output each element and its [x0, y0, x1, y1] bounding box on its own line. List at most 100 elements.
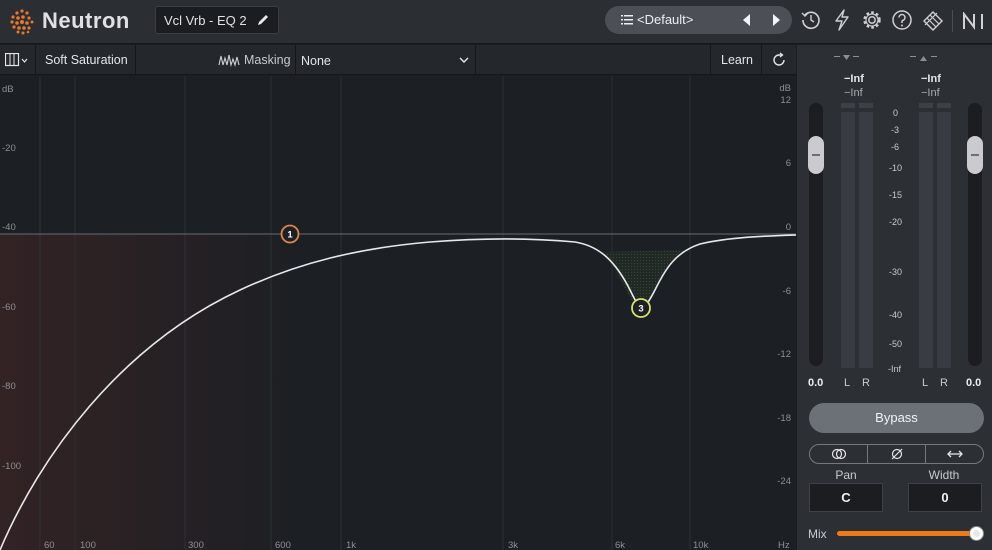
meter-scale-tick: 0	[893, 108, 898, 118]
meter-scale-tick: -15	[889, 190, 902, 200]
mix-label: Mix	[808, 527, 827, 541]
output-peak-readout: −Inf	[921, 73, 941, 85]
right-axis-tick: -12	[777, 349, 791, 360]
mono-button[interactable]	[810, 445, 868, 463]
io-panel: −Inf −Inf −Inf −Inf 0 -3 -6 -10 -15 -20 …	[797, 45, 992, 550]
left-axis-tick: -60	[2, 302, 16, 313]
input-meter-arrow-icon	[843, 55, 850, 60]
mix-slider-track[interactable]	[837, 527, 983, 540]
stereo-mode-group	[809, 444, 984, 464]
eq-graph[interactable]: dB -20 -40 -60 -80 -100 dB 12 6 0 -6 -12…	[0, 76, 796, 550]
masking-waveform-icon	[218, 54, 240, 67]
divider	[952, 10, 953, 32]
meter-scale-tick: -30	[889, 267, 902, 277]
band-1-node[interactable]: 1	[280, 224, 300, 244]
meter-scale-tick: -40	[889, 310, 902, 320]
phase-invert-icon	[891, 448, 902, 460]
output-meter-right	[937, 112, 951, 368]
learn-label: Learn	[721, 53, 753, 67]
module-toolbar: Soft Saturation Masking None Learn	[0, 45, 796, 75]
mix-slider-thumb[interactable]	[970, 527, 983, 540]
left-axis-tick: -80	[2, 381, 16, 392]
pan-value-field[interactable]: C	[809, 483, 883, 512]
help-icon[interactable]	[891, 9, 913, 31]
width-value-field[interactable]: 0	[908, 483, 982, 512]
freq-tick: Hz	[778, 540, 790, 550]
top-bar: Neutron Vcl Vrb - EQ 2 <Default>	[0, 0, 992, 44]
input-meter-left	[841, 112, 855, 368]
gear-icon[interactable]	[861, 9, 883, 31]
right-axis-tick: -6	[783, 286, 791, 297]
learn-button[interactable]: Learn	[710, 45, 762, 75]
meter-section: −Inf −Inf −Inf −Inf 0 -3 -6 -10 -15 -20 …	[808, 55, 983, 389]
meter-scale-tick: -10	[889, 163, 902, 173]
refresh-icon[interactable]	[771, 52, 787, 68]
right-axis-tick: -18	[777, 413, 791, 424]
output-gain-value[interactable]: 0.0	[966, 377, 981, 389]
meter-scale-tick: -Inf	[888, 364, 902, 374]
output-left-label: L	[922, 377, 928, 389]
left-axis-tick: -20	[2, 143, 16, 154]
band-3-node[interactable]: 3	[631, 298, 651, 318]
output-clip-left	[919, 103, 933, 108]
left-axis-unit: dB	[2, 84, 14, 95]
band-3-label: 3	[638, 304, 643, 315]
low-cut-region	[0, 234, 290, 550]
meter-scale-tick: -20	[889, 217, 902, 227]
input-clip-right	[859, 103, 873, 108]
swap-channels-button[interactable]	[926, 445, 983, 463]
next-preset-icon[interactable]	[770, 13, 782, 27]
phase-invert-button[interactable]	[868, 445, 926, 463]
neutron-logo-icon	[10, 9, 34, 35]
pan-label: Pan	[835, 468, 857, 482]
track-name-field[interactable]: Vcl Vrb - EQ 2	[155, 6, 279, 34]
meter-scale-tick: -50	[889, 339, 902, 349]
right-axis-tick: 6	[786, 158, 791, 169]
band-1-label: 1	[287, 230, 293, 241]
history-icon[interactable]	[800, 9, 822, 31]
izotope-relay-icon[interactable]	[921, 9, 945, 33]
mix-slider-fill	[837, 531, 983, 536]
stereo-link-icon	[831, 448, 846, 460]
freq-tick: 6k	[615, 540, 625, 550]
freq-tick: 300	[188, 540, 204, 550]
soft-saturation-button[interactable]: Soft Saturation	[36, 45, 136, 75]
meter-scale-tick: -3	[891, 125, 899, 135]
lightning-icon[interactable]	[833, 9, 851, 31]
chevron-down-icon	[459, 57, 469, 63]
view-menu-button[interactable]	[0, 45, 36, 75]
input-left-label: L	[844, 377, 850, 389]
freq-tick: 600	[275, 540, 291, 550]
bypass-label: Bypass	[875, 410, 918, 425]
freq-tick: 3k	[508, 540, 518, 550]
masking-track-value: None	[301, 54, 331, 68]
masking-track-select[interactable]: None	[295, 45, 476, 75]
freq-tick: 100	[80, 540, 96, 550]
bypass-button[interactable]: Bypass	[809, 403, 984, 433]
width-label: Width	[928, 468, 960, 482]
left-axis-tick: -40	[2, 222, 16, 233]
right-axis-tick: 0	[786, 222, 791, 233]
previous-preset-icon[interactable]	[741, 13, 753, 27]
output-gain-fader-thumb[interactable]	[967, 136, 983, 174]
input-clip-left	[841, 103, 855, 108]
neutron-logo[interactable]: Neutron	[8, 6, 130, 36]
output-meter-arrow-icon	[920, 56, 927, 61]
freq-tick: 10k	[693, 540, 709, 550]
meter-scale-tick: -6	[891, 142, 899, 152]
swap-arrows-icon	[946, 450, 963, 458]
output-meter-left	[919, 112, 933, 368]
freq-tick: 1k	[346, 540, 356, 550]
right-axis-unit: dB	[779, 83, 791, 94]
preset-list-icon[interactable]	[621, 14, 633, 26]
output-clip-right	[937, 103, 951, 108]
input-gain-value[interactable]: 0.0	[808, 377, 823, 389]
masking-label: Masking	[244, 53, 291, 67]
left-axis-tick: -100	[2, 461, 21, 472]
right-axis-tick: -24	[777, 476, 791, 487]
native-instruments-logo-icon[interactable]	[962, 12, 988, 30]
eq-display[interactable]: dB -20 -40 -60 -80 -100 dB 12 6 0 -6 -12…	[0, 76, 796, 550]
input-gain-fader-thumb[interactable]	[808, 136, 824, 174]
pencil-icon[interactable]	[256, 13, 270, 27]
preset-selector[interactable]: <Default>	[605, 6, 792, 34]
